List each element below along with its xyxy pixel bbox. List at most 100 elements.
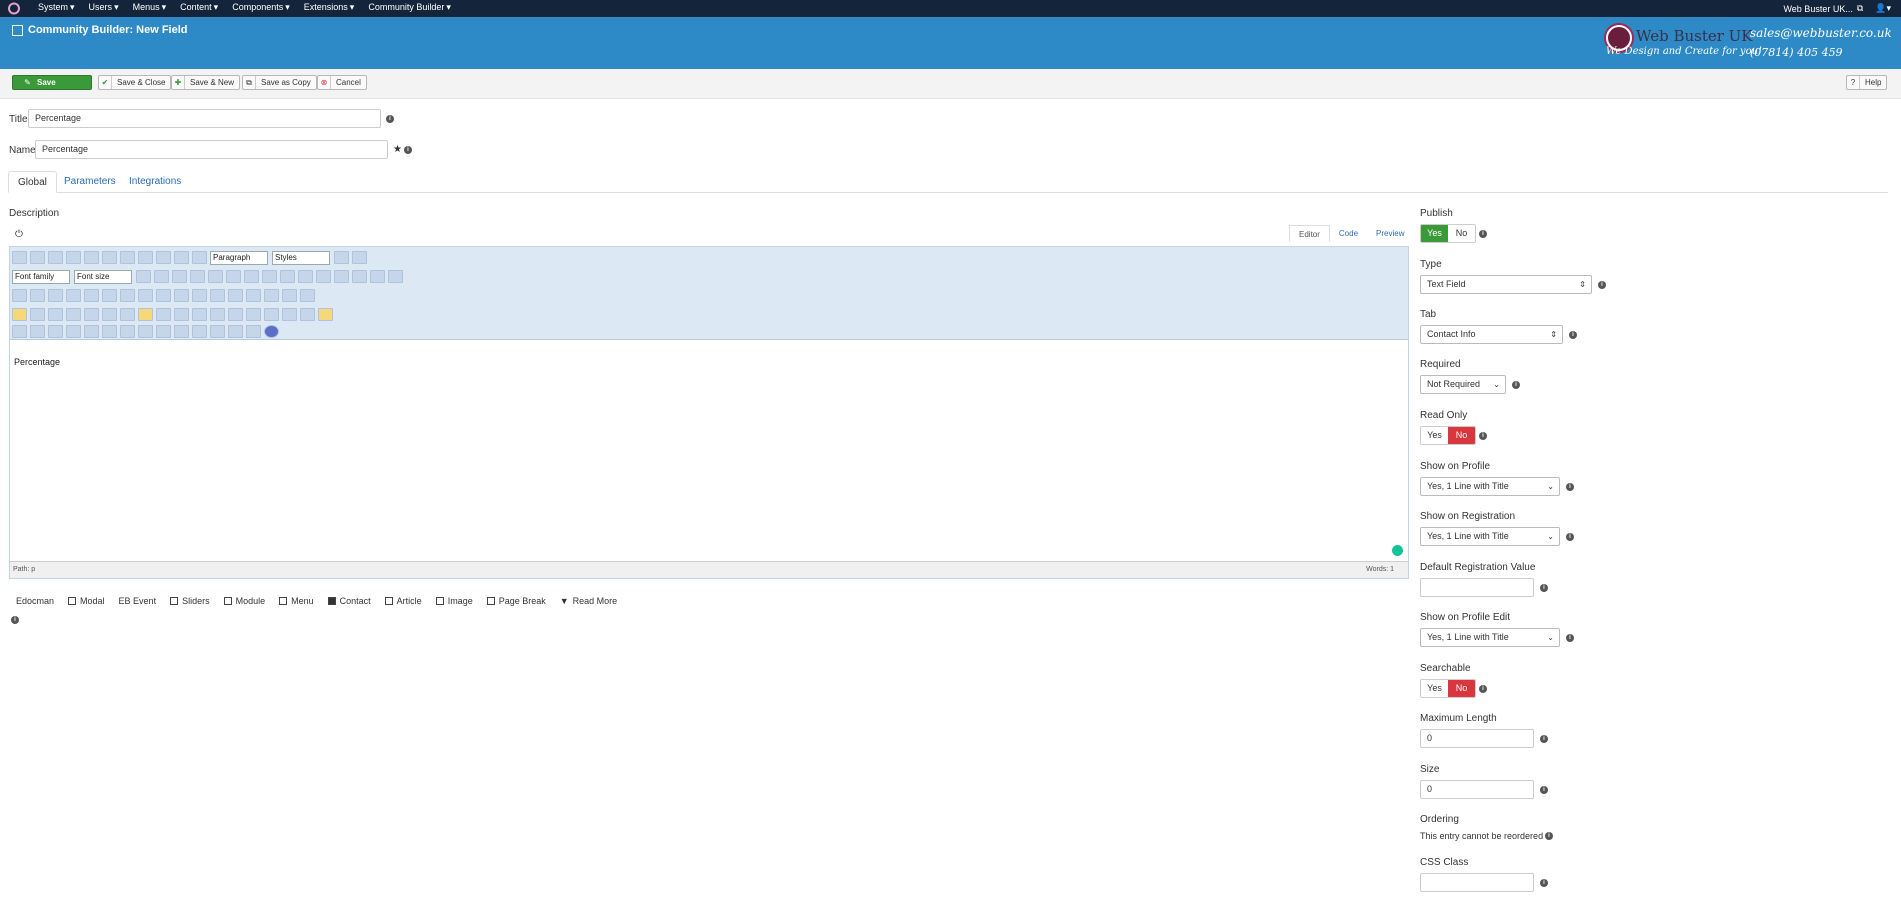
menu-system[interactable]: System: [38, 0, 68, 17]
cite-icon[interactable]: [66, 325, 81, 338]
show-registration-select[interactable]: Yes, 1 Line with Title ⌄: [1420, 527, 1560, 546]
required-select[interactable]: Not Required ⌄: [1420, 375, 1506, 394]
image-icon[interactable]: [370, 270, 385, 283]
save-button[interactable]: ✎ Save: [12, 75, 92, 90]
emoticons-icon[interactable]: [300, 289, 315, 302]
site-name-link[interactable]: Web Buster UK...: [1783, 4, 1852, 14]
rtl-icon[interactable]: [30, 289, 45, 302]
special-char-icon[interactable]: [138, 308, 153, 321]
layer-icon[interactable]: [12, 325, 27, 338]
undo-icon[interactable]: [12, 251, 27, 264]
bold-icon[interactable]: [48, 251, 63, 264]
save-copy-button[interactable]: ⧉ Save as Copy: [242, 75, 317, 90]
css-class-input[interactable]: [1420, 873, 1534, 892]
attribs-icon[interactable]: [120, 325, 135, 338]
split-cells-icon[interactable]: [228, 289, 243, 302]
sliders-button[interactable]: Sliders: [170, 596, 210, 606]
bg-color-icon[interactable]: [282, 289, 297, 302]
acronym-icon[interactable]: [228, 308, 243, 321]
read-only-no[interactable]: No: [1448, 427, 1475, 444]
power-icon[interactable]: ⏻: [15, 229, 23, 240]
menu-button[interactable]: Menu: [279, 596, 314, 606]
time-icon[interactable]: [264, 308, 279, 321]
paste-word-icon[interactable]: [334, 251, 349, 264]
searchable-yes[interactable]: Yes: [1421, 680, 1448, 697]
styles-select[interactable]: Styles: [272, 250, 330, 265]
type-select[interactable]: Text Field ⇕: [1420, 275, 1592, 294]
blocks-icon[interactable]: [210, 325, 225, 338]
calculator-icon[interactable]: [282, 308, 297, 321]
delete-row-icon[interactable]: [138, 289, 153, 302]
tab-code[interactable]: Code: [1330, 225, 1367, 242]
help-button[interactable]: ? Help: [1846, 75, 1888, 90]
show-profile-select[interactable]: Yes, 1 Line with Title ⌄: [1420, 477, 1560, 496]
save-doc-icon[interactable]: [48, 308, 63, 321]
align-right-icon[interactable]: [156, 251, 171, 264]
tab-editor[interactable]: Editor: [1289, 225, 1330, 242]
publish-yes[interactable]: Yes: [1421, 225, 1448, 242]
tab-preview[interactable]: Preview: [1367, 225, 1413, 242]
module-button[interactable]: Module: [223, 596, 265, 606]
contact-button[interactable]: Contact: [327, 596, 371, 606]
template-icon[interactable]: [300, 308, 315, 321]
numbered-list-icon[interactable]: [262, 270, 277, 283]
show-profile-edit-select[interactable]: Yes, 1 Line with Title ⌄: [1420, 628, 1560, 647]
cut-icon[interactable]: [136, 270, 151, 283]
abbr-icon[interactable]: [210, 308, 225, 321]
title-input[interactable]: Percentage: [28, 109, 381, 128]
row-before-icon[interactable]: [102, 289, 117, 302]
blockquote-icon[interactable]: [192, 308, 207, 321]
superscript-icon[interactable]: [174, 308, 189, 321]
align-justify-icon[interactable]: [174, 251, 189, 264]
publish-no[interactable]: No: [1448, 225, 1475, 242]
col-before-icon[interactable]: [156, 289, 171, 302]
col-after-icon[interactable]: [174, 289, 189, 302]
font-size-select[interactable]: Font size: [74, 269, 132, 284]
unlink-icon[interactable]: [334, 270, 349, 283]
ltr-icon[interactable]: [12, 289, 27, 302]
media-icon[interactable]: [84, 308, 99, 321]
paste-icon[interactable]: [172, 270, 187, 283]
size-input[interactable]: 0: [1420, 780, 1534, 799]
menu-menus[interactable]: Menus: [133, 0, 160, 17]
search-icon[interactable]: [208, 270, 223, 283]
style-props-icon[interactable]: [48, 325, 63, 338]
ins-icon[interactable]: [84, 325, 99, 338]
visual-chars-icon[interactable]: [174, 325, 189, 338]
edocman-button[interactable]: Edocman: [16, 596, 54, 606]
redo-icon[interactable]: [30, 251, 45, 264]
del-icon[interactable]: [102, 325, 117, 338]
subscript-icon[interactable]: [156, 308, 171, 321]
indent-icon[interactable]: [298, 270, 313, 283]
italic-icon[interactable]: [66, 251, 81, 264]
save-close-button[interactable]: ✔ Save & Close: [98, 75, 172, 90]
menu-content[interactable]: Content: [180, 0, 212, 17]
print-icon[interactable]: [48, 289, 63, 302]
code-icon[interactable]: [102, 308, 117, 321]
underline-icon[interactable]: [84, 251, 99, 264]
name-input[interactable]: Percentage: [35, 140, 388, 159]
outdent-icon[interactable]: [280, 270, 295, 283]
user-icon[interactable]: 👤▾: [1875, 3, 1891, 14]
preview-icon[interactable]: [120, 308, 135, 321]
paste-text-icon[interactable]: [190, 270, 205, 283]
fullscreen-icon[interactable]: [66, 289, 81, 302]
replace-icon[interactable]: [226, 270, 241, 283]
page-break-button[interactable]: Page Break: [486, 596, 546, 606]
grammarly-icon[interactable]: [1392, 545, 1403, 556]
highlight-icon[interactable]: [12, 308, 27, 321]
menu-extensions[interactable]: Extensions: [304, 0, 348, 17]
hr-icon[interactable]: [388, 270, 403, 283]
tab-integrations[interactable]: Integrations: [120, 171, 190, 193]
format-select[interactable]: Paragraph: [210, 250, 268, 265]
cell-props-icon[interactable]: [246, 289, 261, 302]
spellcheck-icon[interactable]: [66, 308, 81, 321]
joomla-logo-icon[interactable]: [7, 2, 21, 15]
table-icon[interactable]: [84, 289, 99, 302]
external-link-icon[interactable]: ⧉: [1857, 3, 1863, 14]
tab-global[interactable]: Global: [8, 171, 57, 193]
paragraph-icon[interactable]: [30, 308, 45, 321]
editor-content[interactable]: Percentage: [14, 357, 60, 367]
align-center-icon[interactable]: [138, 251, 153, 264]
article-button[interactable]: Article: [384, 596, 422, 606]
